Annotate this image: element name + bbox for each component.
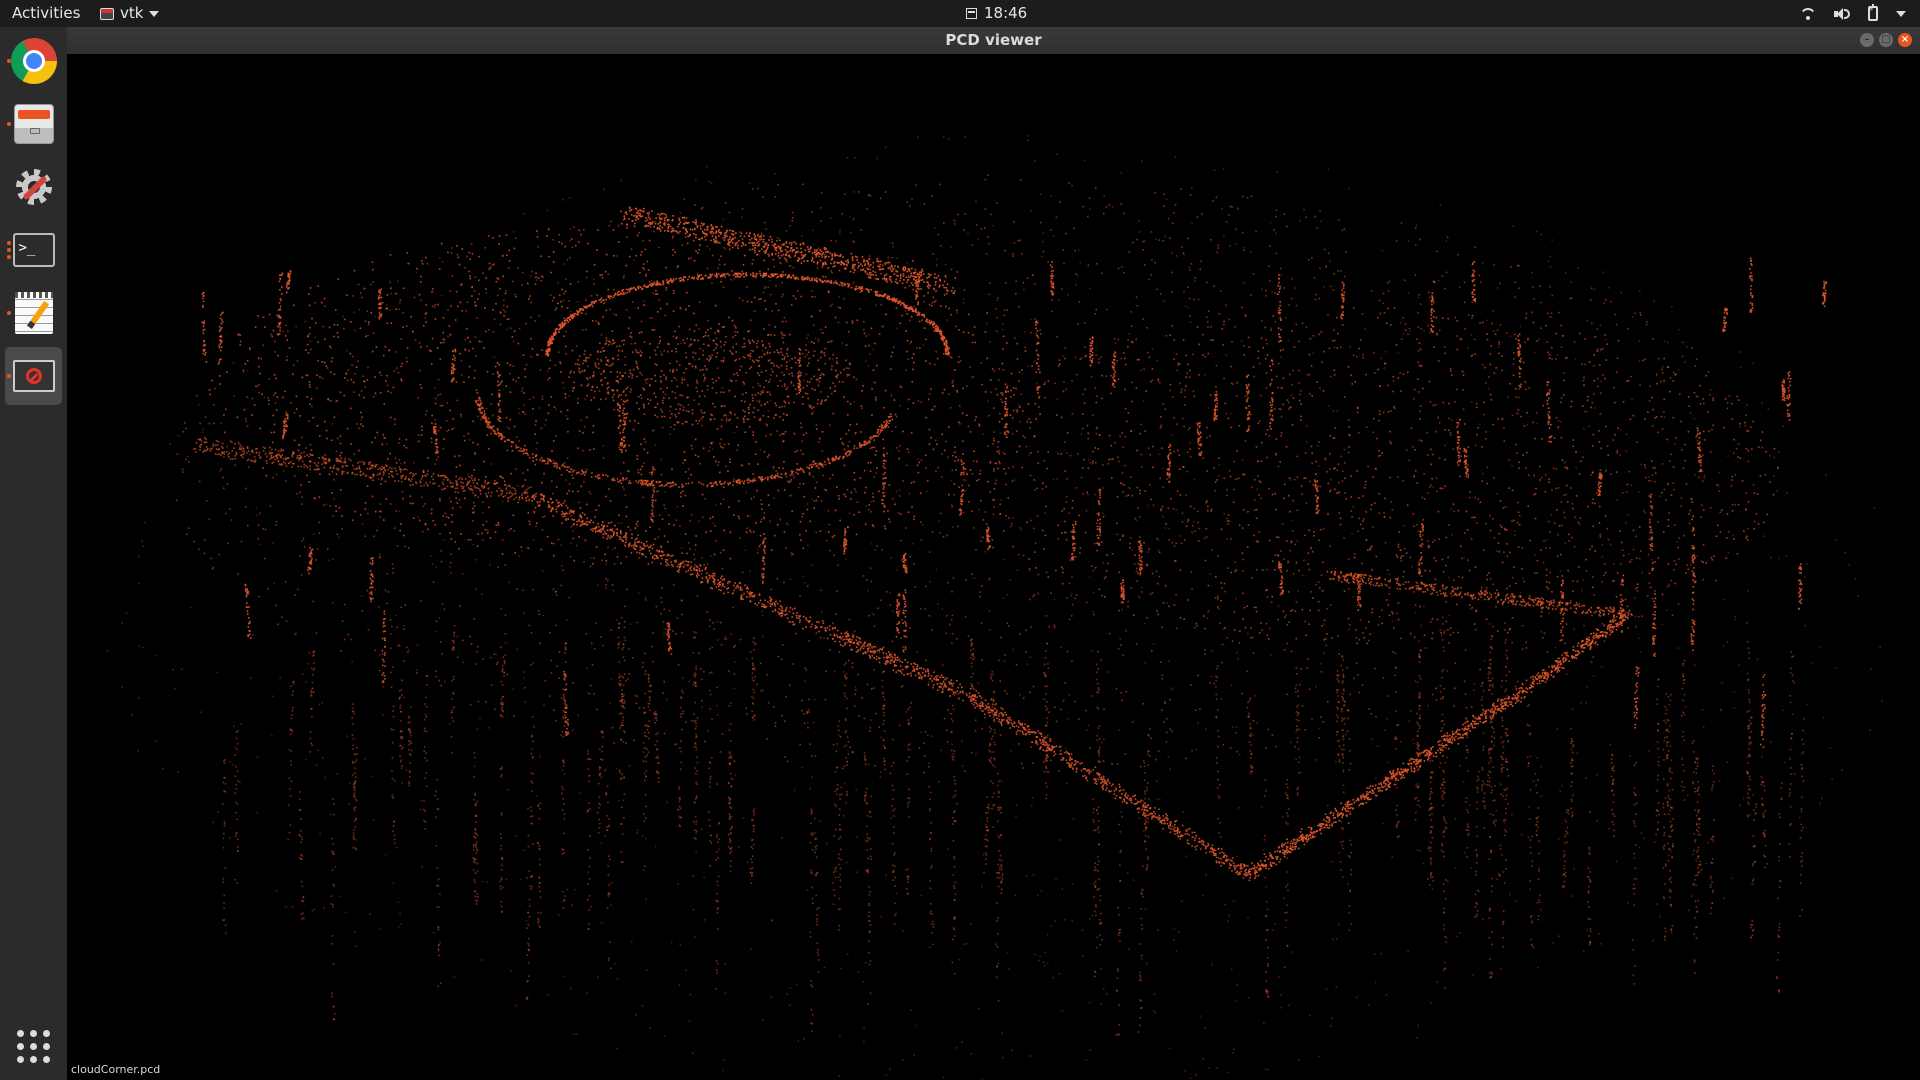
window-titlebar[interactable]: PCD viewer – □ ×: [67, 27, 1920, 54]
files-icon: [13, 104, 54, 144]
running-indicator: [7, 374, 11, 378]
running-indicator: [7, 311, 11, 315]
chrome-icon: [10, 38, 57, 84]
status-text: cloudCorner.pcd: [71, 1063, 161, 1076]
maximize-button[interactable]: □: [1879, 33, 1893, 47]
point-cloud-canvas[interactable]: [67, 54, 1920, 1080]
top-bar: Activities vtk 18:46: [0, 0, 1920, 27]
running-indicator: [7, 241, 11, 259]
clock-time: 18:46: [984, 4, 1028, 22]
point-cloud-viewport[interactable]: cloudCorner.pcd: [67, 54, 1920, 1080]
app-menu-label: vtk: [120, 4, 144, 22]
close-button[interactable]: ×: [1898, 33, 1912, 47]
app-menu[interactable]: vtk: [100, 0, 160, 27]
settings-icon: [12, 165, 56, 209]
dock: >_: [0, 27, 67, 1080]
chevron-down-icon[interactable]: [1896, 10, 1906, 17]
calendar-icon: [966, 8, 977, 19]
window-controls: – □ ×: [1860, 33, 1912, 47]
vtk-app-icon: [100, 7, 114, 20]
minimize-button[interactable]: –: [1860, 33, 1874, 47]
dock-item-terminal[interactable]: >_: [5, 221, 62, 279]
window-title: PCD viewer: [945, 31, 1042, 49]
text-editor-icon: [14, 292, 53, 334]
dock-item-settings[interactable]: [5, 158, 62, 216]
pcd-viewer-window: PCD viewer – □ × cloudCorner.pcd: [67, 27, 1920, 1080]
terminal-prompt: >_: [18, 240, 36, 256]
dock-item-chrome[interactable]: [5, 32, 62, 90]
dock-item-text-editor[interactable]: [5, 284, 62, 342]
dock-item-files[interactable]: [5, 95, 62, 153]
wifi-icon[interactable]: [1800, 8, 1816, 20]
apps-grid-icon[interactable]: [17, 1030, 50, 1063]
activities-button[interactable]: Activities: [12, 0, 80, 27]
chevron-down-icon: [149, 10, 160, 17]
system-tray[interactable]: [1800, 0, 1906, 27]
volume-icon[interactable]: [1834, 7, 1850, 21]
clock[interactable]: 18:46: [966, 0, 1027, 27]
running-indicator: [7, 122, 11, 126]
dock-item-pcd-viewer[interactable]: [5, 347, 62, 405]
blocked-icon: [12, 360, 55, 392]
terminal-icon: >_: [12, 233, 55, 267]
battery-icon[interactable]: [1868, 4, 1878, 21]
